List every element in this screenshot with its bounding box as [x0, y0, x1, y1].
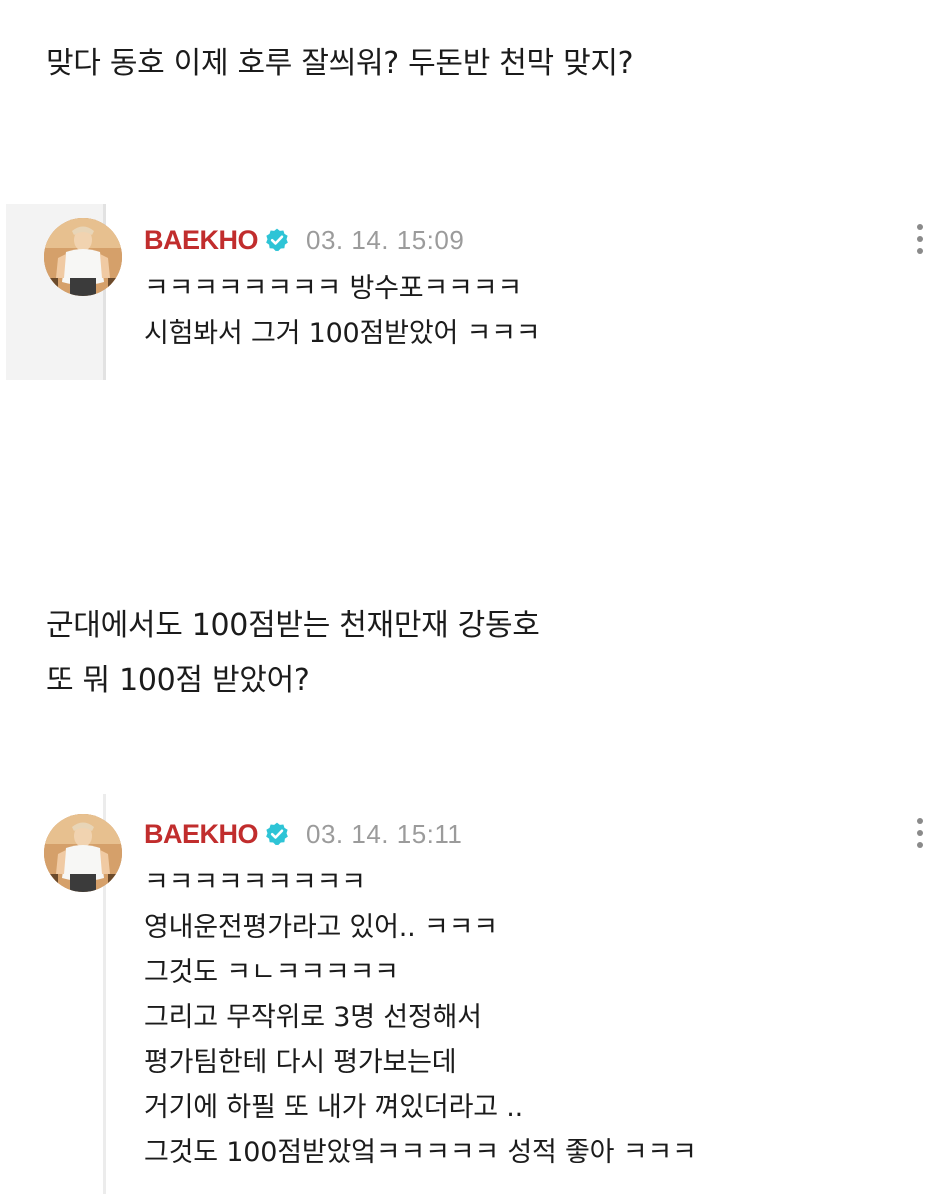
- question-message-2: 군대에서도 100점받는 천재만재 강동호 또 뭐 100점 받았어?: [46, 598, 540, 708]
- reply-text-line: 그것도 100점받았엌ㅋㅋㅋㅋㅋ 성적 좋아 ㅋㅋㅋ: [144, 1137, 697, 1168]
- more-options-button[interactable]: [915, 224, 925, 258]
- timestamp: 03. 14. 15:09: [306, 224, 465, 255]
- avatar-photo-icon: [44, 218, 122, 296]
- reply-message-2: BAEKHO 03. 14. 15:11 ㅋㅋㅋㅋㅋㅋㅋㅋㅋ 영내운전평가라고 …: [0, 794, 943, 1194]
- reply-text-line: 거기에 하필 또 내가 껴있더라고 ..: [144, 1092, 523, 1123]
- question-text: 또 뭐 100점 받았어?: [46, 663, 310, 698]
- reply-text-line: ㅋㅋㅋㅋㅋㅋㅋㅋㅋ: [144, 867, 366, 898]
- reply-header: BAEKHO 03. 14. 15:11: [144, 814, 462, 854]
- avatar-photo-icon: [44, 814, 122, 892]
- verified-badge-icon: [264, 227, 290, 253]
- verified-badge-icon: [264, 821, 290, 847]
- reply-body: ㅋㅋㅋㅋㅋㅋㅋㅋㅋ 영내운전평가라고 있어.. ㅋㅋㅋ 그것도 ㅋㄴㅋㅋㅋㅋㅋ …: [144, 860, 697, 1175]
- reply-message-1: BAEKHO 03. 14. 15:09 ㅋㅋㅋㅋㅋㅋㅋㅋ 방수포ㅋㅋㅋㅋ 시험…: [0, 204, 943, 380]
- more-vertical-icon: [917, 224, 923, 230]
- avatar[interactable]: [44, 218, 122, 296]
- question-text: 맞다 동호 이제 호루 잘씌워? 두돈반 천막 맞지?: [46, 46, 634, 81]
- reply-text-line: 영내운전평가라고 있어.. ㅋㅋㅋ: [144, 912, 498, 943]
- more-options-button[interactable]: [915, 818, 925, 852]
- author-name[interactable]: BAEKHO: [144, 225, 259, 256]
- question-message-1: 맞다 동호 이제 호루 잘씌워? 두돈반 천막 맞지?: [46, 36, 634, 91]
- question-text: 군대에서도 100점받는 천재만재 강동호: [46, 608, 540, 643]
- author-name[interactable]: BAEKHO: [144, 819, 259, 850]
- reply-text-line: 그것도 ㅋㄴㅋㅋㅋㅋㅋ: [144, 957, 399, 988]
- more-vertical-icon: [917, 818, 923, 824]
- reply-header: BAEKHO 03. 14. 15:09: [144, 220, 464, 260]
- chat-thread: 맞다 동호 이제 호루 잘씌워? 두돈반 천막 맞지? BAEKHO 03. 1…: [0, 0, 943, 1201]
- reply-text-line: 그리고 무작위로 3명 선정해서: [144, 1002, 482, 1033]
- reply-text-line: ㅋㅋㅋㅋㅋㅋㅋㅋ 방수포ㅋㅋㅋㅋ: [144, 273, 522, 304]
- reply-text-line: 시험봐서 그거 100점받았어 ㅋㅋㅋ: [144, 318, 541, 349]
- timestamp: 03. 14. 15:11: [306, 818, 463, 849]
- reply-text-line: 평가팀한테 다시 평가보는데: [144, 1047, 457, 1078]
- reply-body: ㅋㅋㅋㅋㅋㅋㅋㅋ 방수포ㅋㅋㅋㅋ 시험봐서 그거 100점받았어 ㅋㅋㅋ: [144, 266, 541, 356]
- avatar[interactable]: [44, 814, 122, 892]
